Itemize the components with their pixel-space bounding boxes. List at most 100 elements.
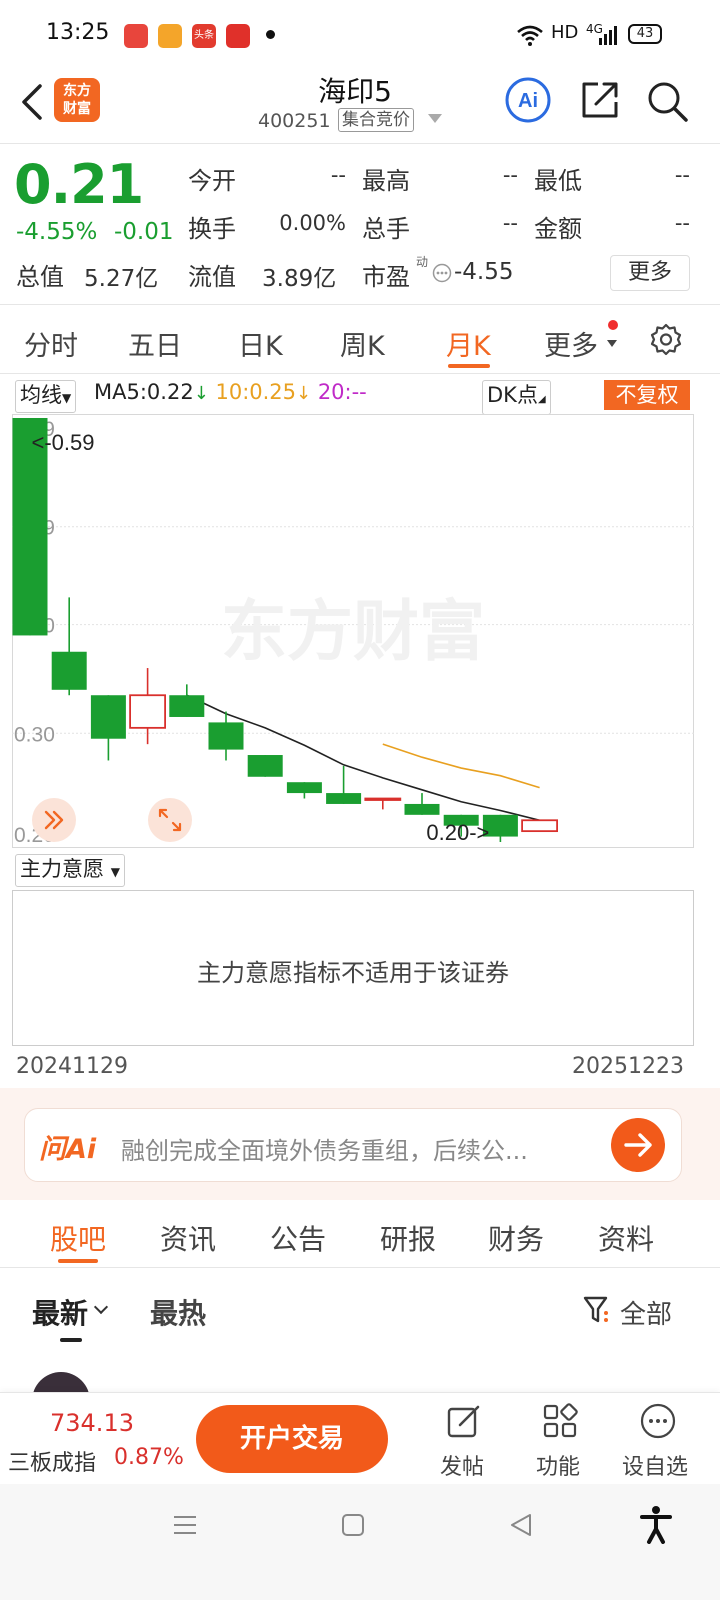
status-bar: 13:25 头条 HD 4G 43 xyxy=(0,0,720,70)
search-icon[interactable] xyxy=(644,78,690,124)
candle-body xyxy=(129,694,166,729)
candle-body xyxy=(169,695,205,717)
open-label: 今开 xyxy=(188,167,236,195)
info-dots-icon[interactable] xyxy=(432,263,452,283)
float-cap-label: 流值 xyxy=(188,263,236,291)
tab-research[interactable]: 研报 xyxy=(380,1218,436,1258)
home-icon[interactable] xyxy=(338,1510,368,1540)
expand-sidebar-button[interactable] xyxy=(32,798,76,842)
ai-ask-bar[interactable]: 问Ai 融创完成全面境外债务重组，后续公... xyxy=(24,1108,682,1182)
functions-label[interactable]: 功能 xyxy=(536,1449,580,1481)
music-app-icon xyxy=(124,24,148,48)
more-quote-button[interactable]: 更多 xyxy=(610,255,690,291)
volume-label: 总手 xyxy=(362,215,410,243)
svg-text:Ai: Ai xyxy=(518,90,538,112)
tab-intraday[interactable]: 分时 xyxy=(24,324,78,363)
pe-dynamic-marker: 动 xyxy=(416,255,429,269)
gear-icon[interactable] xyxy=(647,322,685,360)
candle-body xyxy=(208,722,244,750)
volume-value: -- xyxy=(502,211,518,235)
caret-down-icon[interactable] xyxy=(607,340,617,347)
min-price-label: 0.20-> xyxy=(426,820,489,845)
tab-finance[interactable]: 财务 xyxy=(488,1218,544,1258)
quote-panel: 0.21 -4.55% -0.01 今开 -- 最高 -- 最低 -- 换手 0… xyxy=(0,145,720,305)
post-label[interactable]: 发帖 xyxy=(440,1449,484,1481)
high-label: 最高 xyxy=(362,167,410,195)
back-triangle-icon[interactable] xyxy=(506,1510,536,1540)
tab-five-day[interactable]: 五日 xyxy=(128,324,182,363)
last-price: 0.21 xyxy=(14,153,144,216)
tab-announcements[interactable]: 公告 xyxy=(270,1218,326,1258)
battery-icon: 43 xyxy=(628,24,662,44)
market-cap-value: 5.27亿 xyxy=(84,266,159,292)
dk-select-label: DK点 xyxy=(487,383,538,407)
add-watchlist-label[interactable]: 设自选 xyxy=(622,1449,688,1481)
candle-body xyxy=(326,793,362,804)
network-label: HD xyxy=(551,22,579,43)
low-label: 最低 xyxy=(534,167,582,195)
filter-icon[interactable] xyxy=(582,1294,612,1326)
indicator-select[interactable]: 主力意愿 ▼ xyxy=(15,854,125,887)
kline-chart[interactable]: 0.590.490.400.300.20东方财富<-0.590.20-> xyxy=(12,414,694,848)
system-nav-bar xyxy=(0,1484,720,1600)
index-name[interactable]: 三板成指 xyxy=(8,1445,96,1477)
kline-chart-svg[interactable]: 0.590.490.400.300.20东方财富<-0.590.20-> xyxy=(12,414,694,848)
dk-point-select[interactable]: DK点◢ xyxy=(482,380,551,415)
ma-select[interactable]: 均线▼ xyxy=(15,380,77,413)
logo-text-bottom: 财富 xyxy=(63,101,91,117)
tab-forum[interactable]: 股吧 xyxy=(50,1218,106,1258)
fullscreen-button[interactable] xyxy=(148,798,192,842)
max-price-label: <-0.59 xyxy=(32,430,95,455)
ma-line-ma10 xyxy=(382,743,540,789)
candle-body xyxy=(90,695,126,739)
tab-daily-k[interactable]: 日K xyxy=(238,324,283,363)
new-badge-icon xyxy=(608,320,618,330)
notification-dot-icon xyxy=(266,30,275,39)
sort-latest[interactable]: 最新 xyxy=(32,1292,88,1332)
ma5-value: MA5:0.22 xyxy=(94,380,194,404)
tab-monthly-k[interactable]: 月K xyxy=(446,324,491,363)
accessibility-icon[interactable] xyxy=(638,1504,674,1544)
y-tick-label: 0.30 xyxy=(14,723,55,746)
change-percent: -4.55% xyxy=(16,219,98,245)
back-icon[interactable] xyxy=(18,82,48,122)
candle-body xyxy=(404,803,440,815)
chart-period-tabs: 分时 五日 日K 周K 月K 更多 xyxy=(0,306,720,374)
edit-post-icon[interactable] xyxy=(444,1401,484,1441)
pe-label: 市盈 xyxy=(362,263,410,291)
ai-suggestion-text[interactable]: 融创完成全面境外债务重组，后续公... xyxy=(121,1131,591,1166)
candle-body xyxy=(51,651,87,690)
sort-hottest[interactable]: 最热 xyxy=(150,1292,206,1332)
share-icon[interactable] xyxy=(578,78,622,122)
video-app-icon xyxy=(158,24,182,48)
ai-go-button[interactable] xyxy=(611,1118,665,1172)
index-change[interactable]: 0.87% xyxy=(114,1445,184,1470)
functions-grid-icon[interactable] xyxy=(540,1401,580,1441)
filter-all[interactable]: 全部 xyxy=(620,1294,672,1331)
caret-down-icon: ▼ xyxy=(110,865,120,879)
menu-icon[interactable] xyxy=(170,1510,200,1540)
wifi-icon xyxy=(517,25,543,46)
caret-down-icon[interactable] xyxy=(428,114,442,123)
ma10-value: 10:0.25 xyxy=(215,380,297,404)
tab-profile[interactable]: 资料 xyxy=(598,1218,654,1258)
tab-news[interactable]: 资讯 xyxy=(160,1218,216,1258)
candle-body xyxy=(521,819,559,833)
signal-icon xyxy=(599,26,617,45)
ai-assistant-icon[interactable]: Ai xyxy=(504,76,552,124)
indicator-select-label: 主力意愿 xyxy=(20,857,104,881)
open-account-trade-button[interactable]: 开户交易 xyxy=(196,1405,388,1473)
turnover-label: 换手 xyxy=(188,215,236,243)
tab-more[interactable]: 更多 xyxy=(544,324,598,363)
auction-status-badge[interactable]: 集合竞价 xyxy=(338,108,414,132)
ma20-value: 20:-- xyxy=(317,380,367,404)
stock-header: 东方 财富 海印5 400251 集合竞价 Ai xyxy=(0,70,720,144)
tab-weekly-k[interactable]: 周K xyxy=(340,324,385,363)
no-adjust-button[interactable]: 不复权 xyxy=(604,380,690,410)
turnover-value: 0.00% xyxy=(279,211,346,235)
chevron-down-icon[interactable] xyxy=(93,1299,109,1315)
pe-value: -4.55 xyxy=(454,259,514,285)
index-value[interactable]: 734.13 xyxy=(50,1409,134,1437)
more-dots-icon[interactable] xyxy=(638,1401,678,1441)
down-arrow-icon: ↓ xyxy=(193,383,209,404)
